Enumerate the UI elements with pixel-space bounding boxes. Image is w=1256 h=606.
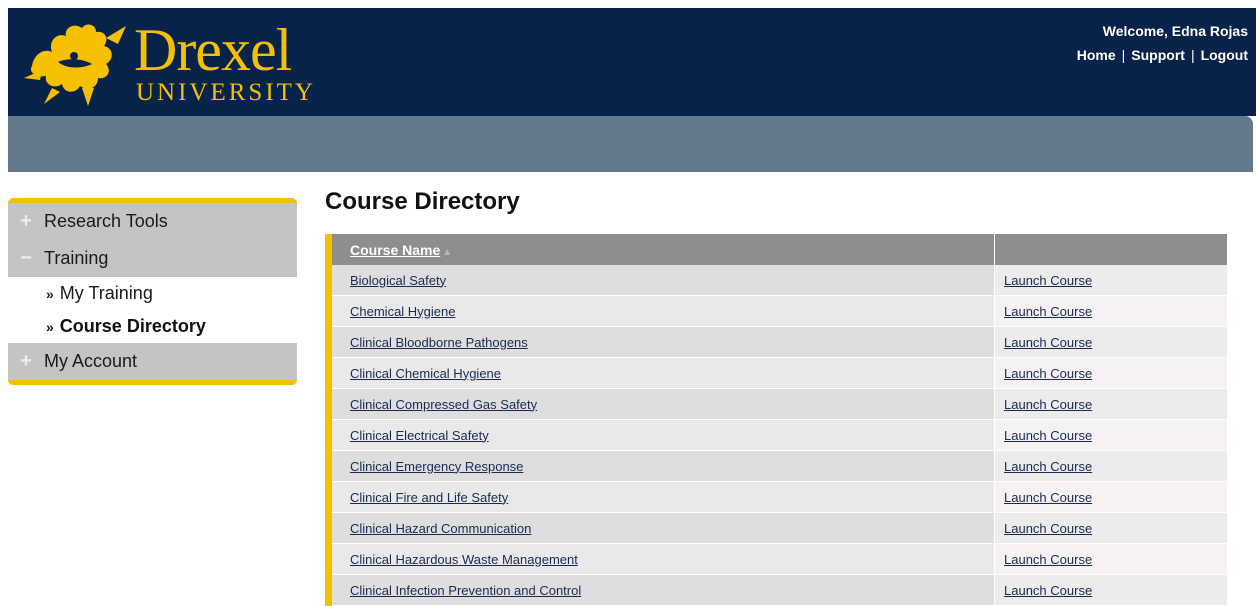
welcome-text: Welcome, Edna Rojas [1102, 23, 1248, 39]
course-name-link[interactable]: Clinical Chemical Hygiene [350, 366, 501, 381]
table-row: Clinical Hazard Communication Launch Cour… [325, 512, 1227, 544]
table-row: Clinical Chemical Hygiene Launch Course [325, 357, 1227, 389]
logo-wordmark: Drexel [134, 17, 292, 83]
plus-icon: + [20, 210, 32, 232]
sidebar-item-research-tools[interactable]: + Research Tools [8, 203, 297, 240]
dragon-icon [24, 24, 126, 106]
site-header: Drexel UNIVERSITY Welcome, Edna Rojas Ho… [0, 0, 1256, 172]
sidebar-subitem-label: My Training [59, 283, 153, 303]
launch-course-cell: Launch Course [994, 419, 1227, 451]
course-name-cell: Clinical Bloodborne Pathogens [325, 326, 995, 358]
table-row: Clinical Electrical Safety Launch Course [325, 419, 1227, 451]
launch-course-cell: Launch Course [994, 481, 1227, 513]
course-name-cell: Clinical Hazardous Waste Management [325, 543, 995, 575]
double-chevron-icon: » [46, 285, 54, 302]
launch-course-cell: Launch Course [994, 388, 1227, 420]
course-name-cell: Clinical Fire and Life Safety [325, 481, 995, 513]
course-name-link[interactable]: Clinical Emergency Response [350, 459, 523, 474]
table-row: Clinical Compressed Gas Safety Launch Cou… [325, 388, 1227, 420]
launch-course-link[interactable]: Launch Course [1004, 521, 1092, 536]
course-name-link[interactable]: Clinical Bloodborne Pathogens [350, 335, 528, 350]
sort-course-name-link[interactable]: Course Name [350, 242, 440, 258]
header-sub-band [8, 116, 1253, 172]
launch-course-cell: Launch Course [994, 512, 1227, 544]
sidebar-nav: + Research Tools − Training » My Trainin… [8, 198, 297, 385]
launch-course-link[interactable]: Launch Course [1004, 428, 1092, 443]
launch-course-link[interactable]: Launch Course [1004, 335, 1092, 350]
launch-course-link[interactable]: Launch Course [1004, 459, 1092, 474]
page-title: Course Directory [325, 188, 520, 215]
sidebar-item-label: Research Tools [44, 211, 168, 231]
support-link[interactable]: Support [1125, 47, 1191, 63]
sidebar-item-my-account[interactable]: + My Account [8, 343, 297, 380]
launch-course-cell: Launch Course [994, 450, 1227, 482]
plus-icon: + [20, 350, 32, 372]
minus-icon: − [20, 247, 32, 269]
course-name-cell: Clinical Compressed Gas Safety [325, 388, 995, 420]
launch-course-cell: Launch Course [994, 326, 1227, 358]
launch-course-link[interactable]: Launch Course [1004, 366, 1092, 381]
sidebar-subitem-course-directory[interactable]: » Course Directory [8, 310, 297, 343]
course-name-link[interactable]: Clinical Fire and Life Safety [350, 490, 508, 505]
table-row: Biological Safety Launch Course [325, 265, 1227, 296]
table-row: Chemical Hygiene Launch Course [325, 295, 1227, 327]
sort-ascending-icon: ▲ [442, 246, 453, 258]
sidebar-item-label: My Account [44, 351, 138, 371]
launch-course-link[interactable]: Launch Course [1004, 304, 1092, 319]
training-submenu: » My Training » Course Directory [8, 277, 297, 343]
course-name-cell: Clinical Infection Prevention and Contro… [325, 574, 995, 606]
logo-subtitle: UNIVERSITY [136, 79, 316, 106]
launch-course-cell: Launch Course [994, 265, 1227, 296]
course-name-cell: Clinical Electrical Safety [325, 419, 995, 451]
course-name-link[interactable]: Chemical Hygiene [350, 304, 456, 319]
course-table-body: Biological Safety Launch Course Chemical H… [325, 265, 1227, 606]
home-link[interactable]: Home [1071, 47, 1122, 63]
launch-course-cell: Launch Course [994, 543, 1227, 575]
table-row: Clinical Emergency Response Launch Course [325, 450, 1227, 482]
launch-course-link[interactable]: Launch Course [1004, 490, 1092, 505]
course-name-cell: Clinical Emergency Response [325, 450, 995, 482]
launch-course-link[interactable]: Launch Course [1004, 583, 1092, 598]
course-name-cell: Biological Safety [325, 265, 995, 296]
course-name-link[interactable]: Clinical Hazardous Waste Management [350, 552, 578, 567]
launch-course-link[interactable]: Launch Course [1004, 552, 1092, 567]
table-row: Clinical Hazardous Waste Management Launc… [325, 543, 1227, 575]
table-row: Clinical Fire and Life Safety Launch Cour… [325, 481, 1227, 513]
course-name-column-header[interactable]: Course Name ▲ [325, 234, 995, 265]
course-name-link[interactable]: Clinical Hazard Communication [350, 521, 531, 536]
launch-course-cell: Launch Course [994, 357, 1227, 389]
course-name-link[interactable]: Clinical Infection Prevention and Contro… [350, 583, 581, 598]
double-chevron-icon: » [46, 318, 54, 335]
main-content: Course Directory [325, 186, 520, 218]
launch-course-link[interactable]: Launch Course [1004, 273, 1092, 288]
logout-link[interactable]: Logout [1195, 47, 1248, 63]
course-name-link[interactable]: Clinical Compressed Gas Safety [350, 397, 537, 412]
course-name-link[interactable]: Clinical Electrical Safety [350, 428, 489, 443]
launch-course-link[interactable]: Launch Course [1004, 397, 1092, 412]
sidebar-item-training[interactable]: − Training [8, 240, 297, 277]
header-top-band: Drexel UNIVERSITY Welcome, Edna Rojas Ho… [8, 8, 1256, 116]
header-nav: Home | Support | Logout [1071, 47, 1248, 63]
action-column-header [994, 234, 1227, 265]
sidebar-subitem-my-training[interactable]: » My Training [8, 277, 297, 310]
table-row: Clinical Infection Prevention and Contro… [325, 574, 1227, 606]
course-name-cell: Chemical Hygiene [325, 295, 995, 327]
course-name-cell: Clinical Chemical Hygiene [325, 357, 995, 389]
launch-course-cell: Launch Course [994, 574, 1227, 606]
table-header-row: Course Name ▲ [325, 234, 1227, 265]
table-row: Clinical Bloodborne Pathogens Launch Cour… [325, 326, 1227, 358]
launch-course-cell: Launch Course [994, 295, 1227, 327]
university-logo[interactable]: Drexel UNIVERSITY [22, 17, 313, 108]
sidebar-subitem-label: Course Directory [59, 316, 206, 336]
sidebar-item-label: Training [44, 248, 109, 268]
course-name-link[interactable]: Biological Safety [350, 273, 446, 288]
course-table: Course Name ▲ Biological Safety Launch Cou… [325, 234, 1227, 606]
course-name-cell: Clinical Hazard Communication [325, 512, 995, 544]
